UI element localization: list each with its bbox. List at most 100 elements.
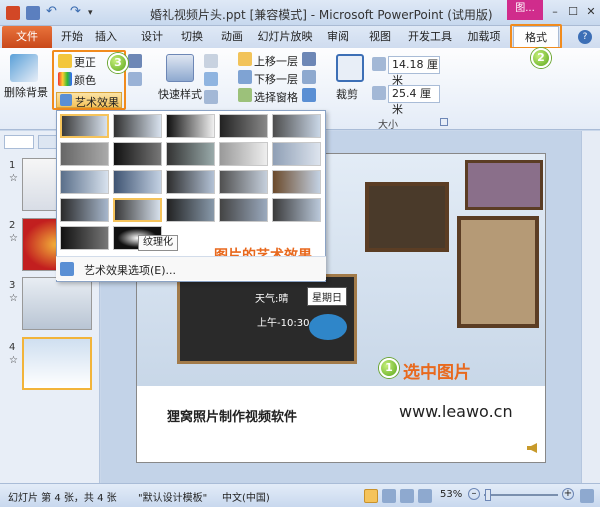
art-effect-marker[interactable] xyxy=(113,114,162,138)
rotate-icon[interactable] xyxy=(302,88,316,102)
art-effect-cutout[interactable] xyxy=(166,170,215,194)
art-effect-line-drawing[interactable] xyxy=(272,114,321,138)
art-effect-glow-diffused[interactable] xyxy=(219,142,268,166)
tab-transitions[interactable]: 切换 xyxy=(176,26,208,48)
art-effect-crisscross[interactable] xyxy=(272,170,321,194)
art-effect-cement[interactable] xyxy=(219,170,268,194)
art-effect-watercolor[interactable] xyxy=(113,170,162,194)
width-input[interactable]: 25.4 厘米 xyxy=(388,85,440,116)
photo-frame-2[interactable] xyxy=(465,160,543,210)
selection-pane-button[interactable]: 选择窗格 xyxy=(254,89,298,105)
zoom-out-icon[interactable]: – xyxy=(468,488,480,500)
art-effect-paint-brush[interactable] xyxy=(166,142,215,166)
theme-status: "默认设计模板" xyxy=(138,493,208,504)
language-status[interactable]: 中文(中国) xyxy=(222,489,270,504)
slide-star-4: ☆ xyxy=(9,355,18,366)
help-icon[interactable]: ? xyxy=(578,30,592,44)
quick-styles-label[interactable]: 快速样式 xyxy=(158,86,202,102)
art-effect-pencil-grayscale[interactable] xyxy=(166,114,215,138)
art-effect-blur[interactable] xyxy=(272,142,321,166)
crop-icon[interactable] xyxy=(336,54,364,82)
customize-qat-icon[interactable]: ▾ xyxy=(88,6,102,20)
art-effects-button[interactable]: 艺术效果 xyxy=(56,92,122,109)
redo-icon[interactable]: ↷ xyxy=(70,5,84,20)
remove-background-label[interactable]: 删除背景 xyxy=(4,84,48,100)
tab-design[interactable]: 设计 xyxy=(136,26,168,48)
photo-frame-1[interactable] xyxy=(365,182,449,252)
title-bar: ↶ ↷ ▾ 婚礼视频片头.ppt [兼容模式] - Microsoft Powe… xyxy=(0,0,600,26)
align-icon[interactable] xyxy=(302,52,316,66)
window-title: 婚礼视频片头.ppt [兼容模式] - Microsoft PowerPoint… xyxy=(150,8,493,22)
close-button[interactable]: ✕ xyxy=(582,4,600,20)
company-url: www.leawo.cn xyxy=(399,402,513,421)
remove-background-icon[interactable] xyxy=(10,54,38,82)
art-effect-chalk-sketch[interactable] xyxy=(60,142,109,166)
powerpoint-logo-icon[interactable] xyxy=(6,6,20,20)
slide-number-3: 3 xyxy=(9,280,16,291)
art-effect-pencil-sketch[interactable] xyxy=(219,114,268,138)
send-backward-icon[interactable] xyxy=(238,70,252,84)
tab-addins[interactable]: 加载项 xyxy=(464,26,504,48)
picture-tools-context-label: 图... xyxy=(507,0,543,20)
slide-thumbnail-4[interactable] xyxy=(22,337,92,390)
bring-forward-icon[interactable] xyxy=(238,52,252,66)
picture-layout-icon[interactable] xyxy=(204,90,218,104)
art-effects-options-label: 艺术效果选项(E)... xyxy=(84,264,177,277)
art-effect-plastic-wrap[interactable] xyxy=(166,198,215,222)
slide-star-2: ☆ xyxy=(9,233,18,244)
tab-file[interactable]: 文件 xyxy=(2,26,52,48)
slide-thumbnail-3[interactable] xyxy=(22,277,92,330)
tab-review[interactable]: 审阅 xyxy=(322,26,354,48)
art-effect-glass[interactable] xyxy=(272,198,321,222)
save-icon[interactable] xyxy=(26,6,40,20)
tab-home[interactable]: 开始 xyxy=(56,26,88,48)
size-dialog-launcher-icon[interactable] xyxy=(440,118,448,126)
zoom-level[interactable]: 53% xyxy=(440,489,462,500)
picture-effects-icon[interactable] xyxy=(204,72,218,86)
art-effect-light-screen[interactable] xyxy=(60,170,109,194)
reading-view-icon[interactable] xyxy=(400,489,414,503)
quick-styles-icon[interactable] xyxy=(166,54,194,82)
art-effects-options-item[interactable]: 艺术效果选项(E)... xyxy=(56,256,326,280)
zoom-slider[interactable] xyxy=(484,494,558,496)
photo-frame-3[interactable] xyxy=(457,216,539,328)
selection-pane-icon[interactable] xyxy=(238,88,252,102)
select-picture-caption: 选中图片 xyxy=(403,363,471,383)
company-name: 狸窝照片制作视频软件 xyxy=(167,410,298,425)
art-effect-mosaic[interactable] xyxy=(60,198,109,222)
outline-tab[interactable] xyxy=(38,135,58,149)
slideshow-view-icon[interactable] xyxy=(418,489,432,503)
fit-to-window-icon[interactable] xyxy=(580,489,594,503)
speaker-icon[interactable] xyxy=(527,443,537,453)
slide-number-4: 4 xyxy=(9,342,16,353)
compress-icon[interactable] xyxy=(128,54,142,68)
crop-button[interactable]: 裁剪 xyxy=(336,86,358,102)
tab-developer[interactable]: 开发工具 xyxy=(406,26,454,48)
vertical-scrollbar[interactable] xyxy=(581,131,600,483)
tab-slideshow[interactable]: 幻灯片放映 xyxy=(256,26,314,48)
zoom-slider-thumb[interactable] xyxy=(485,489,491,501)
minimize-button[interactable]: – xyxy=(546,4,564,20)
undo-icon[interactable]: ↶ xyxy=(46,5,60,20)
art-effect-film-grain[interactable] xyxy=(219,198,268,222)
slide-number-1: 1 xyxy=(9,160,16,171)
slide-count-status: 幻灯片 第 4 张，共 4 张 xyxy=(8,493,117,504)
tab-insert[interactable]: 插入 xyxy=(90,26,122,48)
picture-border-icon[interactable] xyxy=(204,54,218,68)
art-effect-none[interactable] xyxy=(60,114,109,138)
tab-animations[interactable]: 动画 xyxy=(216,26,248,48)
art-effect-pastels[interactable] xyxy=(60,226,109,250)
change-picture-icon[interactable] xyxy=(128,72,142,86)
tab-view[interactable]: 视图 xyxy=(364,26,396,48)
normal-view-icon[interactable] xyxy=(364,489,378,503)
send-backward-button[interactable]: 下移一层 xyxy=(254,71,298,87)
zoom-in-icon[interactable]: + xyxy=(562,488,574,500)
group-icon[interactable] xyxy=(302,70,316,84)
slides-tab[interactable] xyxy=(4,135,34,149)
height-input[interactable]: 14.18 厘米 xyxy=(388,56,440,87)
bring-forward-button[interactable]: 上移一层 xyxy=(254,53,298,69)
art-effect-paint-strokes[interactable] xyxy=(113,142,162,166)
art-effect-texturizer-hover[interactable] xyxy=(113,198,162,222)
slide-sorter-icon[interactable] xyxy=(382,489,396,503)
maximize-button[interactable]: ☐ xyxy=(564,4,582,20)
